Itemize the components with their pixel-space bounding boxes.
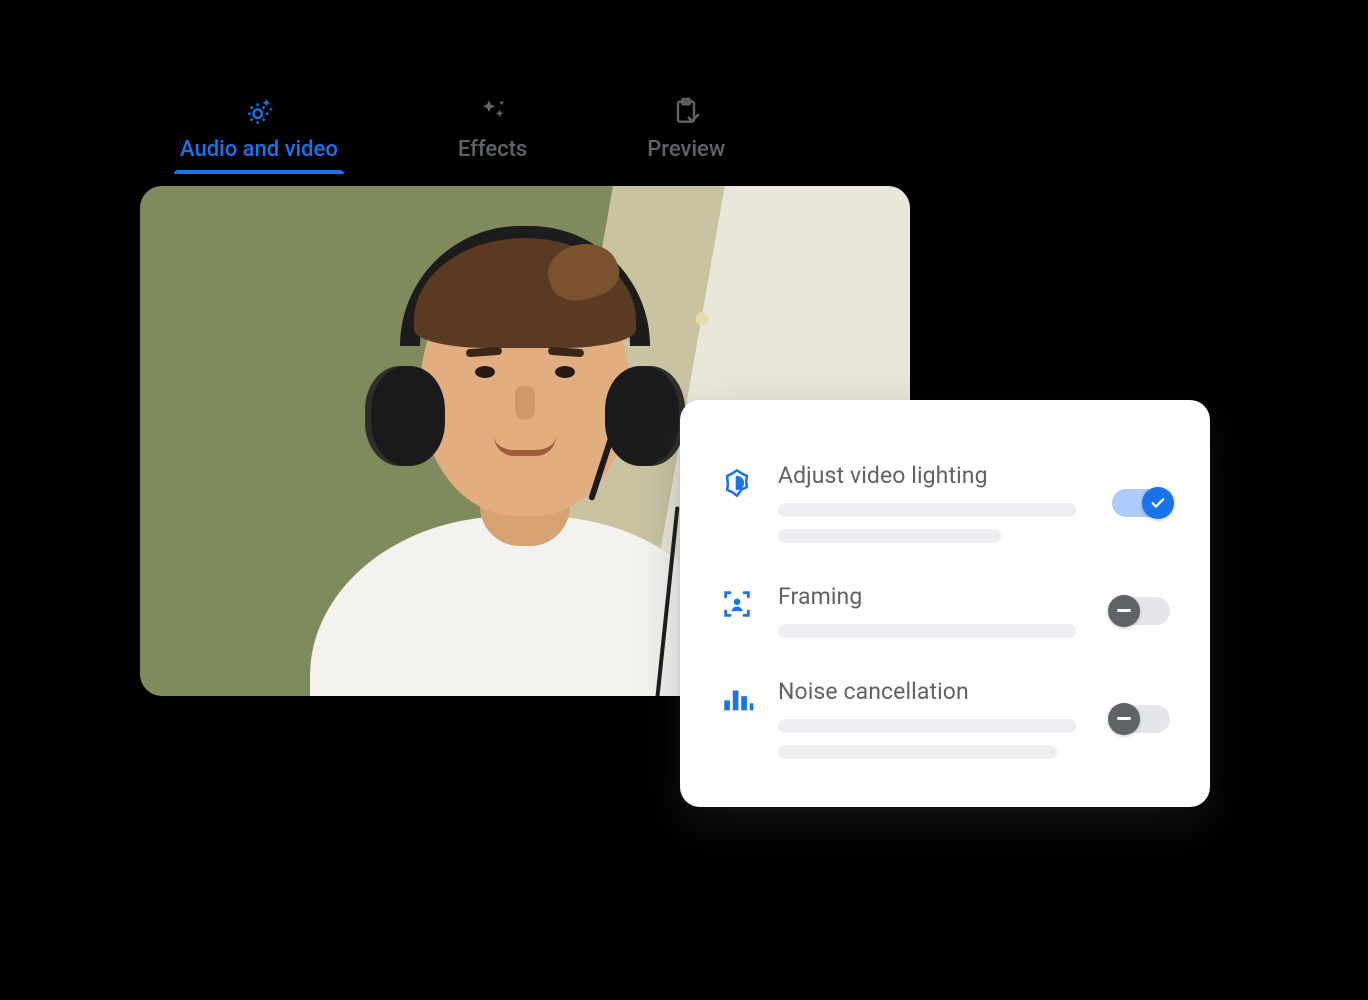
setting-noise-cancellation: Noise cancellation xyxy=(720,660,1170,777)
audio-video-settings-card: Adjust video lighting Framing xyxy=(680,400,1210,807)
placeholder-line xyxy=(778,745,1057,759)
placeholder-line xyxy=(778,529,1001,543)
brightness-icon xyxy=(720,466,754,500)
setting-title: Framing xyxy=(778,583,1088,610)
placeholder-line xyxy=(778,503,1076,517)
equalizer-icon xyxy=(720,682,754,716)
placeholder-line xyxy=(778,624,1076,638)
minus-icon xyxy=(1108,595,1140,627)
clipboard-check-icon xyxy=(670,95,702,127)
tab-label: Audio and video xyxy=(180,137,338,162)
settings-tabs: Audio and video Effects Preview xyxy=(140,95,1220,186)
tab-effects[interactable]: Effects xyxy=(458,95,527,168)
tab-label: Preview xyxy=(647,137,725,162)
tab-preview[interactable]: Preview xyxy=(647,95,725,168)
toggle-noise-cancellation[interactable] xyxy=(1112,705,1170,733)
setting-title: Noise cancellation xyxy=(778,678,1088,705)
toggle-framing[interactable] xyxy=(1112,597,1170,625)
person-illustration xyxy=(310,266,740,696)
sparkles-icon xyxy=(477,95,509,127)
placeholder-line xyxy=(778,719,1076,733)
tab-audio-and-video[interactable]: Audio and video xyxy=(180,95,338,168)
setting-framing: Framing xyxy=(720,565,1170,656)
tab-label: Effects xyxy=(458,137,527,162)
setting-adjust-video-lighting: Adjust video lighting xyxy=(720,444,1170,561)
gear-sparkle-icon xyxy=(243,95,275,127)
setting-title: Adjust video lighting xyxy=(778,462,1088,489)
minus-icon xyxy=(1108,703,1140,735)
toggle-adjust-video-lighting[interactable] xyxy=(1112,489,1170,517)
framing-icon xyxy=(720,587,754,621)
check-icon xyxy=(1142,487,1174,519)
